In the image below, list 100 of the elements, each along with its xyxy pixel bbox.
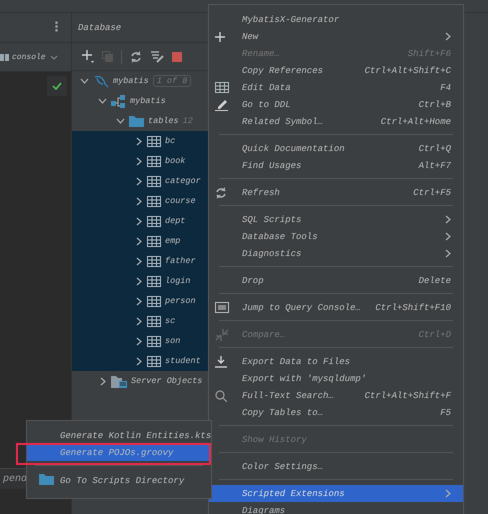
tree-item[interactable]: student <box>72 351 208 371</box>
shortcut-label: Ctrl+Alt+Shift+C <box>364 66 451 76</box>
panel-title: Database <box>78 22 122 32</box>
shortcut-label: Ctrl+Shift+F10 <box>375 302 451 312</box>
search-icon <box>215 390 227 402</box>
tree-item[interactable]: emp <box>72 231 208 251</box>
table-icon <box>215 82 229 93</box>
refresh-icon <box>215 186 227 198</box>
table-icon <box>147 296 161 306</box>
table-icon <box>147 156 161 166</box>
table-icon <box>147 216 161 226</box>
shortcut-label: F5 <box>440 408 451 418</box>
chevron-down-icon[interactable] <box>80 78 89 84</box>
chevron-right-icon[interactable] <box>136 336 142 346</box>
chevron-right-icon[interactable] <box>136 316 142 326</box>
chevron-right-icon[interactable] <box>136 136 142 146</box>
console-icon <box>215 302 229 313</box>
table-icon <box>147 316 161 326</box>
chevron-right-icon[interactable] <box>136 216 142 226</box>
check-icon <box>52 82 62 90</box>
tree-item[interactable]: book <box>72 151 208 171</box>
chevron-down-icon[interactable] <box>98 98 107 104</box>
menu-item[interactable]: Full-Text Search… Ctrl+Alt+Shift+F <box>209 387 463 404</box>
menu-item[interactable]: Copy Tables to… F5 <box>209 404 463 421</box>
chevron-right-icon[interactable] <box>136 176 142 186</box>
schema-icon <box>111 94 126 108</box>
chevron-down-icon <box>50 54 58 60</box>
tree-item[interactable]: tables 12 <box>72 111 208 131</box>
chevron-right-icon[interactable] <box>136 256 142 266</box>
shortcut-label: F4 <box>440 82 451 92</box>
add-icon[interactable] <box>82 50 94 63</box>
table-icon <box>147 136 161 146</box>
more-options-icon[interactable]: ⋮ <box>50 20 63 35</box>
shortcut-label: Ctrl+D <box>418 330 451 340</box>
menu-item[interactable]: MybatisX-Generator <box>209 11 463 28</box>
chevron-right-icon[interactable] <box>136 156 142 166</box>
server-folder-icon <box>111 374 127 388</box>
tree-item[interactable]: bc <box>72 131 208 151</box>
table-icon <box>147 176 161 186</box>
item-count: 12 <box>182 116 193 126</box>
menu-item[interactable]: Related Symbol… Ctrl+Alt+Home <box>209 113 463 130</box>
chevron-right-icon[interactable] <box>136 296 142 306</box>
menu-item[interactable]: Generate Kotlin Entities.kts <box>27 427 211 444</box>
tree-item[interactable]: father <box>72 251 208 271</box>
folder-icon <box>39 473 54 485</box>
folder-icon <box>129 115 144 127</box>
chevron-right-icon[interactable] <box>136 356 142 366</box>
plus-icon <box>215 32 225 42</box>
tree-item[interactable]: sc <box>72 311 208 331</box>
dolphin-icon <box>93 74 109 88</box>
chevron-right-icon[interactable] <box>136 196 142 206</box>
shortcut-label: Ctrl+F5 <box>413 188 451 198</box>
table-icon <box>147 356 161 366</box>
menu-item[interactable]: Export Data to Files <box>209 353 463 370</box>
menu-item[interactable]: Jump to Query Console… Ctrl+Shift+F10 <box>209 299 463 316</box>
shortcut-label: Delete <box>418 276 451 286</box>
menu-item[interactable]: Quick Documentation Ctrl+Q <box>209 140 463 157</box>
chevron-right-icon[interactable] <box>100 376 106 386</box>
menu-item[interactable]: Go To Scripts Directory <box>27 470 211 492</box>
menu-item[interactable]: Diagnostics <box>209 245 463 262</box>
shortcut-label: Ctrl+Q <box>418 144 451 154</box>
menu-item[interactable]: Generate POJOs.groovy <box>27 444 211 461</box>
table-icon <box>147 236 161 246</box>
shortcut-label: Ctrl+B <box>418 100 451 110</box>
refresh-icon[interactable] <box>130 50 142 62</box>
stop-icon[interactable] <box>172 52 182 62</box>
chevron-down-icon[interactable] <box>116 118 125 124</box>
shortcut-label: Alt+F7 <box>418 160 451 170</box>
table-icon <box>147 256 161 266</box>
shortcut-label: Ctrl+Alt+Shift+F <box>364 390 451 400</box>
menu-item[interactable]: New <box>209 28 463 45</box>
menu-item[interactable]: Scripted Extensions <box>209 485 463 502</box>
tree-item[interactable]: mybatis 1 of 8 <box>72 71 208 91</box>
tree-item[interactable]: categor <box>72 171 208 191</box>
tree-item[interactable]: son <box>72 331 208 351</box>
menu-item[interactable]: Go to DDL Ctrl+B <box>209 96 463 113</box>
menu-item[interactable]: Find Usages Alt+F7 <box>209 157 463 174</box>
tree-item[interactable]: login <box>72 271 208 291</box>
menu-item[interactable]: Export with 'mysqldump' <box>209 370 463 387</box>
menu-item[interactable]: Edit Data F4 <box>209 79 463 96</box>
tree-item[interactable]: dept <box>72 211 208 231</box>
menu-item[interactable]: Drop Delete <box>209 272 463 289</box>
tree-item[interactable]: person <box>72 291 208 311</box>
menu-item[interactable]: Refresh Ctrl+F5 <box>209 184 463 201</box>
plug-icon <box>0 52 9 62</box>
menu-item[interactable]: SQL Scripts <box>209 211 463 228</box>
tree-item[interactable]: Server Objects <box>72 371 208 391</box>
tree-item[interactable]: mybatis <box>72 91 208 111</box>
table-icon <box>147 196 161 206</box>
menu-item[interactable]: Database Tools <box>209 228 463 245</box>
table-icon <box>147 276 161 286</box>
shortcut-label: Ctrl+Alt+Home <box>380 116 451 126</box>
compare-icon <box>215 328 229 340</box>
chevron-right-icon[interactable] <box>136 276 142 286</box>
tree-item[interactable]: course <box>72 191 208 211</box>
menu-item[interactable]: Color Settings… <box>209 458 463 475</box>
menu-item[interactable]: Copy References Ctrl+Alt+Shift+C <box>209 62 463 79</box>
menu-item[interactable]: Diagrams <box>209 502 463 514</box>
download-icon <box>215 356 227 368</box>
chevron-right-icon[interactable] <box>136 236 142 246</box>
